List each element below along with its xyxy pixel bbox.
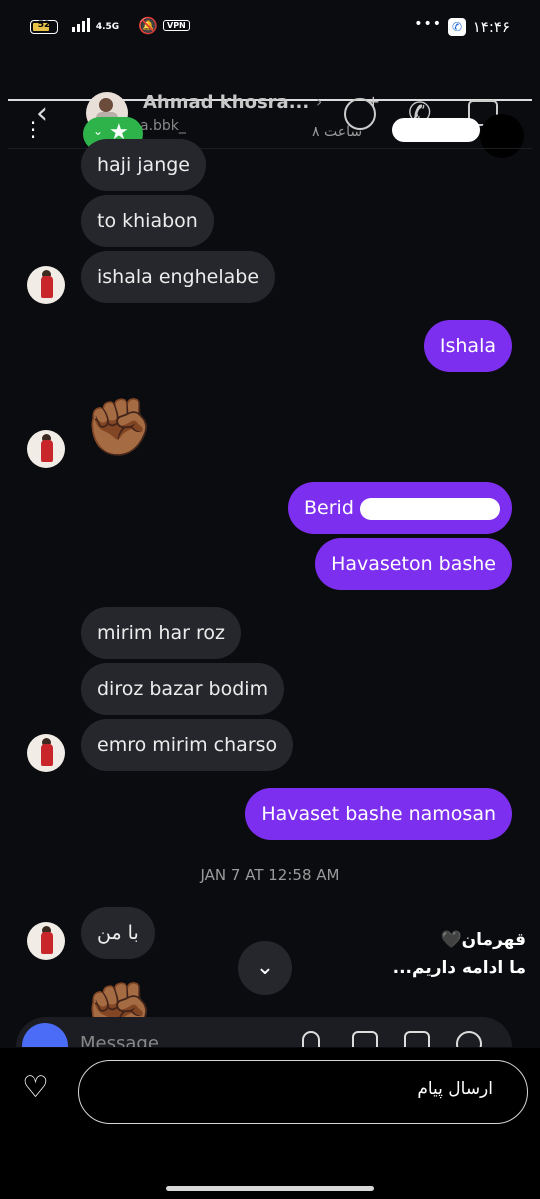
redaction-mark — [360, 498, 500, 520]
message-bubble[interactable]: Berid — [288, 482, 512, 534]
message-bubble[interactable]: to khiabon — [81, 195, 214, 247]
message-bubble[interactable]: Havaseton bashe — [315, 538, 512, 590]
reply-input[interactable]: ارسال پیام — [78, 1060, 528, 1124]
message-composer[interactable]: Message — [16, 1017, 512, 1047]
avatar[interactable] — [27, 922, 65, 960]
add-emoji-icon[interactable]: + — [344, 92, 380, 130]
mic-icon[interactable] — [302, 1031, 320, 1047]
message-bubble[interactable]: Havaset bashe namosan — [245, 788, 512, 840]
message-bubble[interactable]: emro mirim charso — [81, 719, 294, 771]
caption-line-2: ما ادامه داریم... — [392, 958, 526, 978]
message-bubble[interactable]: diroz bazar bodim — [81, 663, 285, 715]
heart-icon[interactable]: ♡ — [22, 1070, 49, 1105]
vpn-icon: VPN — [163, 20, 190, 31]
status-clock: ۱۴:۴۶ — [472, 18, 510, 36]
more-icon[interactable]: · · · — [28, 113, 38, 147]
camera-icon[interactable] — [22, 1023, 68, 1047]
reply-placeholder: ارسال پیام — [417, 1079, 493, 1099]
overlay-dot — [480, 114, 524, 158]
message-bubble[interactable]: haji jange — [81, 139, 206, 191]
avatar[interactable] — [27, 266, 65, 304]
chevron-right-icon: › — [316, 92, 323, 111]
plus-icon[interactable] — [456, 1031, 482, 1047]
status-bar: 52 4.5G 🔕 VPN ••• ✆ ۱۴:۴۶ — [0, 14, 540, 42]
battery-icon: 52 — [30, 20, 58, 34]
chevron-down-icon[interactable]: ⌄ — [238, 941, 292, 995]
network-type: 4.5G — [95, 22, 120, 32]
sticker-icon[interactable] — [404, 1031, 430, 1047]
status-overflow: ••• — [414, 16, 442, 32]
avatar[interactable] — [27, 734, 65, 772]
home-indicator[interactable] — [166, 1186, 374, 1191]
fist-emoji[interactable]: ✊🏾 — [84, 398, 154, 458]
redaction-mark — [392, 118, 480, 142]
avatar[interactable] — [27, 430, 65, 468]
bell-muted-icon: 🔕 — [138, 16, 158, 35]
phone-badge-icon: ✆ — [448, 18, 466, 36]
contact-handle: a.bbk_ — [140, 118, 186, 134]
message-bubble[interactable]: Ishala — [423, 320, 512, 372]
caption-line-1: قهرمان🖤 — [440, 930, 526, 950]
message-bubble[interactable]: ishala enghelabe — [81, 251, 276, 303]
gallery-icon[interactable] — [352, 1031, 378, 1047]
message-bubble[interactable]: با من — [81, 907, 155, 959]
message-text: Berid — [304, 497, 354, 519]
signal-icon: 4.5G — [72, 18, 132, 36]
date-separator: JAN 7 AT 12:58 AM — [200, 866, 340, 884]
message-input[interactable]: Message — [80, 1033, 159, 1047]
contact-name[interactable]: Ahmad khosra... — [143, 92, 309, 113]
message-bubble[interactable]: mirim har roz — [81, 607, 241, 659]
